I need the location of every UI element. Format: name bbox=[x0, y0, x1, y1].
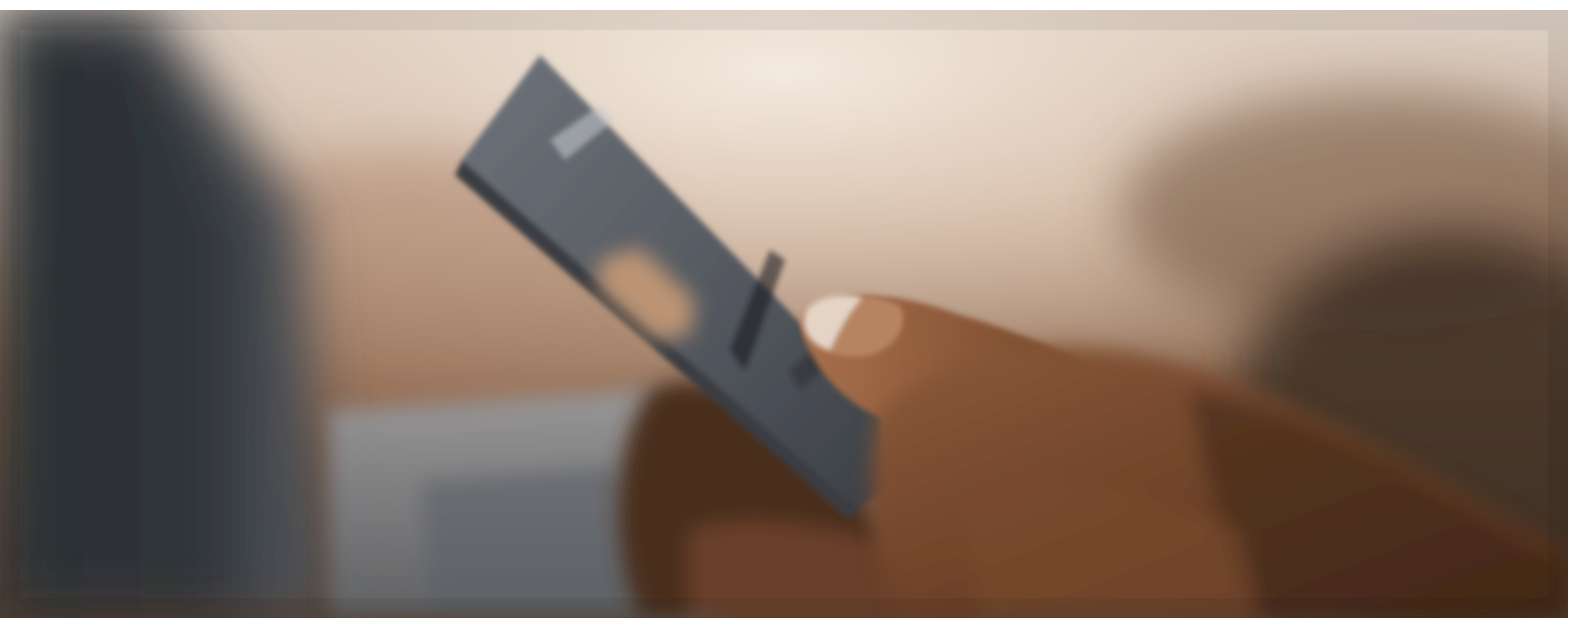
stock-photo bbox=[0, 10, 1568, 618]
photo-canvas bbox=[0, 10, 1568, 618]
